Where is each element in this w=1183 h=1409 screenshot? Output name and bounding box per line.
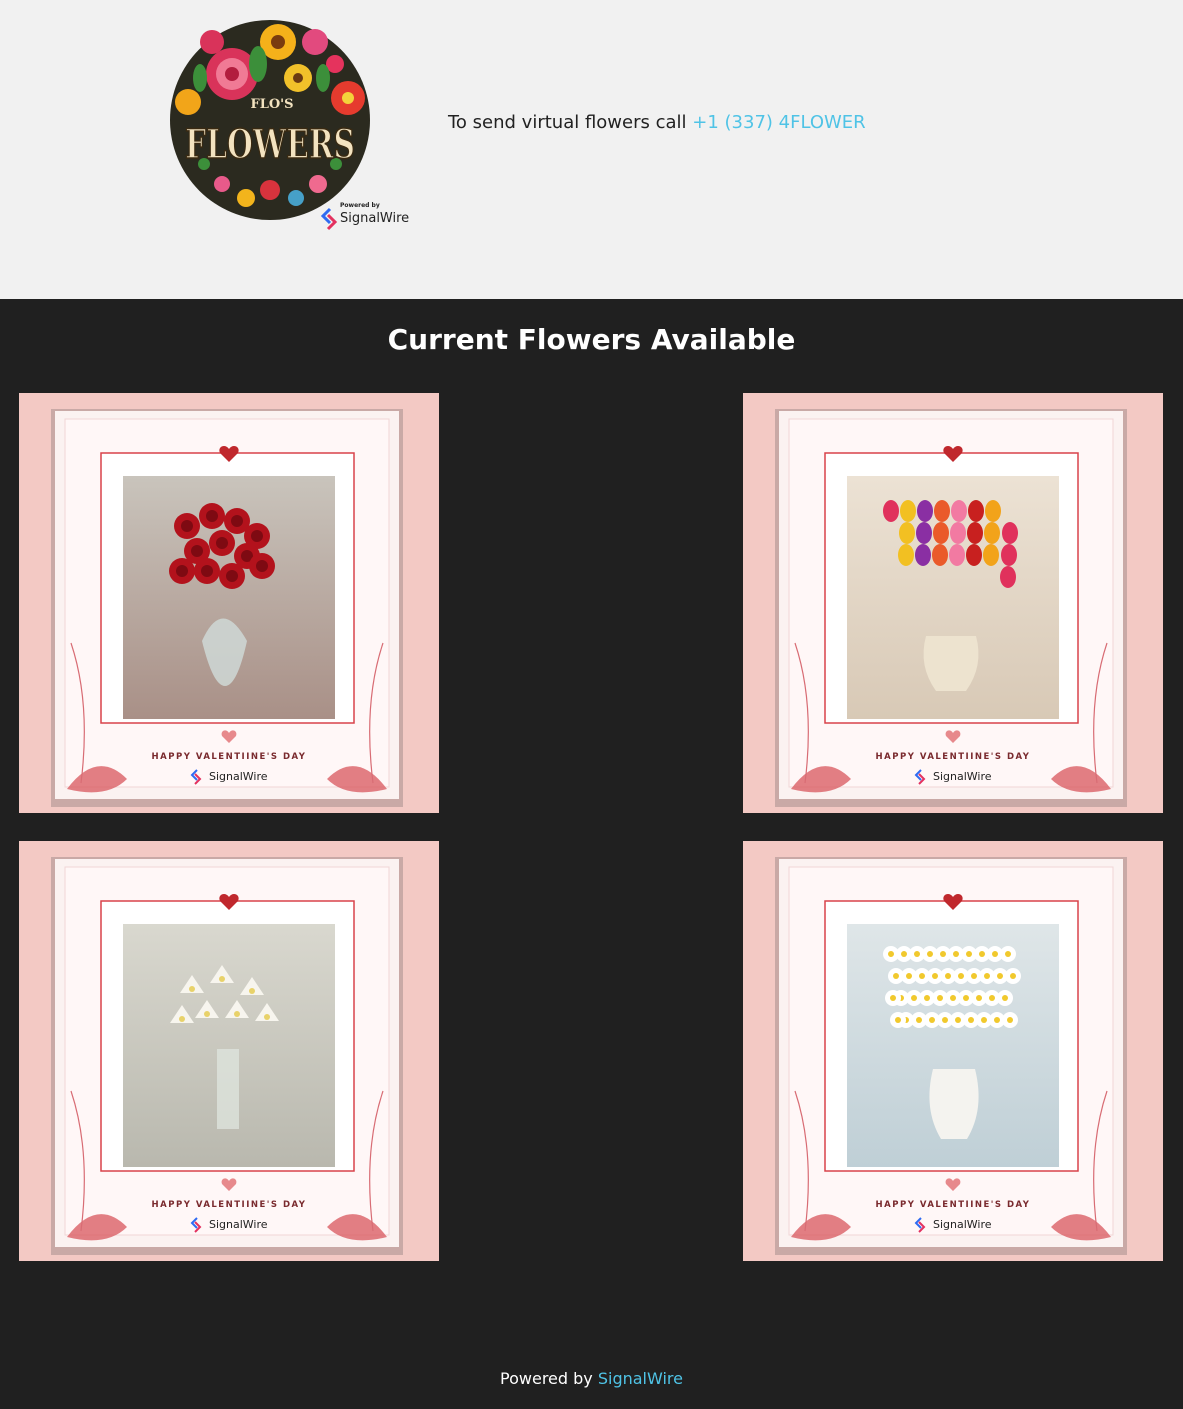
flos-flowers-logo[interactable]: FLO'S FLOWERS Powered by SignalWire bbox=[160, 12, 415, 232]
footer-signalwire-link[interactable]: SignalWire bbox=[598, 1369, 683, 1388]
logo-powered-by: Powered by bbox=[340, 202, 380, 209]
card-brand: SignalWire bbox=[209, 1218, 268, 1231]
signalwire-logo-icon bbox=[320, 207, 338, 231]
flower-card-red-roses[interactable]: HAPPY VALENTIINE'S DAY SignalWire bbox=[19, 393, 439, 813]
logo-main-text: FLOWERS bbox=[185, 121, 355, 168]
site-header: FLO'S FLOWERS Powered by SignalWire To s… bbox=[0, 0, 1183, 299]
card-caption: HAPPY VALENTIINE'S DAY bbox=[876, 1200, 1031, 1210]
card-caption: HAPPY VALENTIINE'S DAY bbox=[152, 752, 307, 762]
call-prefix: To send virtual flowers call bbox=[448, 112, 687, 133]
call-to-action: To send virtual flowers call +1 (337) 4F… bbox=[448, 112, 866, 133]
section-title: Current Flowers Available bbox=[387, 323, 796, 356]
card-caption: HAPPY VALENTIINE'S DAY bbox=[876, 752, 1031, 762]
logo-brand-text: SignalWire bbox=[340, 211, 409, 226]
card-brand: SignalWire bbox=[209, 770, 268, 783]
card-caption: HAPPY VALENTIINE'S DAY bbox=[152, 1200, 307, 1210]
flower-card-tulips[interactable]: HAPPY VALENTIINE'S DAY SignalWire bbox=[743, 393, 1163, 813]
flowers-section: Current Flowers Available HAPPY VALENTII… bbox=[0, 299, 1183, 1409]
card-brand: SignalWire bbox=[933, 770, 992, 783]
logo-arc-text: FLO'S bbox=[250, 97, 293, 112]
phone-link[interactable]: +1 (337) 4FLOWER bbox=[692, 112, 865, 133]
footer-prefix: Powered by bbox=[500, 1369, 593, 1388]
flower-card-lilies[interactable]: HAPPY VALENTIINE'S DAY SignalWire bbox=[19, 841, 439, 1261]
card-brand: SignalWire bbox=[933, 1218, 992, 1231]
flower-card-daisies[interactable]: HAPPY VALENTIINE'S DAY SignalWire bbox=[743, 841, 1163, 1261]
footer: Powered by SignalWire bbox=[0, 1369, 1183, 1388]
